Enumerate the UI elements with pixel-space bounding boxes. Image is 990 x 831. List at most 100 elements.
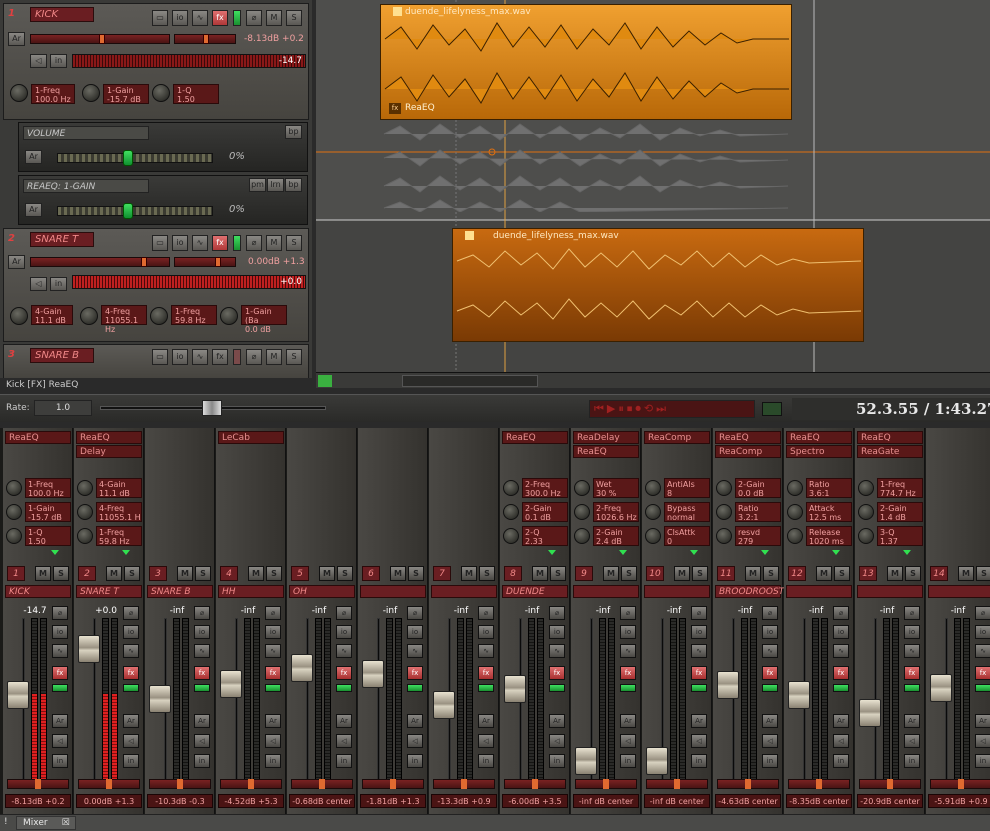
mute-button[interactable]: M [958, 566, 974, 581]
item-lock-icon[interactable] [393, 7, 402, 16]
automation-mode-button[interactable]: Ar [407, 714, 423, 728]
pan-slider[interactable] [504, 779, 566, 789]
io-button[interactable]: io [123, 625, 139, 639]
solo-button[interactable]: S [286, 10, 302, 26]
solo-button[interactable]: S [905, 566, 921, 581]
input-button[interactable]: in [691, 754, 707, 768]
param-knob[interactable] [787, 504, 803, 520]
pan-slider[interactable] [433, 779, 495, 789]
pan-thumb[interactable] [674, 779, 680, 789]
pan-thumb[interactable] [958, 779, 964, 789]
input-button[interactable]: in [50, 277, 67, 291]
io-button[interactable]: io [833, 625, 849, 639]
mute-button[interactable]: M [319, 566, 335, 581]
io-button[interactable]: io [265, 625, 281, 639]
speaker-icon[interactable]: ◁ [762, 734, 778, 748]
io-button[interactable]: io [762, 625, 778, 639]
automation-mode-button[interactable]: Ar [833, 714, 849, 728]
io-button[interactable]: io [336, 625, 352, 639]
param-knob[interactable] [645, 528, 661, 544]
phase-icon[interactable]: ⌀ [194, 606, 210, 620]
pan-slider[interactable] [717, 779, 779, 789]
solo-button[interactable]: S [834, 566, 850, 581]
pan-slider[interactable] [362, 779, 424, 789]
param-knob[interactable] [716, 528, 732, 544]
mixer-strip[interactable]: ReaDelay ReaEQ Wet 30 % 2-Freq 1026.6 Hz 2-Gai… [571, 428, 641, 814]
phase-icon[interactable]: ⌀ [762, 606, 778, 620]
fx-enable-toggle[interactable] [549, 684, 565, 692]
phase-icon[interactable]: ⌀ [904, 606, 920, 620]
envelope-lane-reaeq-gain[interactable]: REAEQ: 1-GAIN pm lrn bp Ar 0% [18, 175, 308, 225]
fx-button[interactable]: fx [194, 666, 210, 680]
input-button[interactable]: in [407, 754, 423, 768]
mute-button[interactable]: M [816, 566, 832, 581]
fx-button[interactable]: fx [478, 666, 494, 680]
fx-slot[interactable]: ReaEQ [502, 431, 568, 444]
phase-icon[interactable]: ⌀ [246, 10, 262, 26]
speaker-icon[interactable]: ◁ [265, 734, 281, 748]
input-button[interactable]: in [194, 754, 210, 768]
io-button[interactable]: io [407, 625, 423, 639]
fx-button[interactable]: fx [212, 10, 228, 26]
mixer-strip[interactable]: ReaEQ ReaComp 2-Gain 0.0 dB Ratio 3.2:1 resvd 2… [713, 428, 784, 814]
envelope-icon[interactable]: ∿ [904, 644, 920, 658]
speaker-icon[interactable]: ◁ [336, 734, 352, 748]
track-name[interactable]: KICK [30, 7, 94, 22]
pan-slider[interactable] [575, 779, 637, 789]
fx-enable-toggle[interactable] [762, 684, 778, 692]
folder-icon[interactable]: ▭ [152, 10, 168, 26]
track-1-panel[interactable]: 1 KICK ▭ io ∿ fx ⌀ M S Ar -8.13dB +0.2 ◁… [3, 3, 309, 120]
solo-button[interactable]: S [53, 566, 69, 581]
io-button[interactable]: io [975, 625, 990, 639]
mixer-strip[interactable]: ReaComp AntiAls 8 Bypass normal ClsAttk 0 10 M S -… [642, 428, 712, 814]
phase-icon[interactable]: ⌀ [620, 606, 636, 620]
envelope-icon[interactable]: ∿ [407, 644, 423, 658]
io-button[interactable]: io [194, 625, 210, 639]
automation-mode-button[interactable]: Ar [265, 714, 281, 728]
solo-button[interactable]: S [337, 566, 353, 581]
automation-mode-button[interactable]: Ar [194, 714, 210, 728]
fx-slot[interactable]: ReaEQ [786, 431, 852, 444]
mixer-strip[interactable]: 6 M S -inf ⌀ io ∿ fx Ar ◁ in -1.81dB +1.3 [358, 428, 428, 814]
mute-button[interactable]: M [390, 566, 406, 581]
mute-button[interactable]: M [532, 566, 548, 581]
fx-button[interactable]: fx [212, 235, 228, 251]
mixer-strip[interactable]: 14 M S -inf ⌀ io ∿ fx Ar ◁ in -5.91dB +0.9 [926, 428, 990, 814]
automation-mode-button[interactable]: Ar [123, 714, 139, 728]
fx-enable-toggle[interactable] [904, 684, 920, 692]
volume-fader[interactable] [930, 674, 952, 702]
rate-slider-thumb[interactable] [202, 400, 222, 416]
pan-thumb[interactable] [319, 779, 325, 789]
slider-thumb[interactable] [215, 257, 221, 267]
automation-mode-button[interactable]: Ar [25, 150, 42, 164]
fx-button[interactable]: fx [52, 666, 68, 680]
pm-button[interactable]: pm [249, 178, 266, 192]
channel-name[interactable]: SNARE T [76, 585, 142, 598]
phase-icon[interactable]: ⌀ [246, 349, 262, 365]
automation-mode-button[interactable]: Ar [25, 203, 42, 217]
input-button[interactable]: in [762, 754, 778, 768]
speaker-icon[interactable]: ◁ [123, 734, 139, 748]
param-knob[interactable] [82, 84, 100, 102]
mixer-strip[interactable]: ReaEQ 2-Freq 300.0 Hz 2-Gain 0.1 dB 2-Q 2.33 8 M… [500, 428, 570, 814]
speaker-icon[interactable]: ◁ [407, 734, 423, 748]
channel-name[interactable]: DUENDE [502, 585, 568, 598]
mute-button[interactable]: M [674, 566, 690, 581]
envelope-icon[interactable]: ∿ [620, 644, 636, 658]
folder-icon[interactable]: ▭ [152, 235, 168, 251]
io-button[interactable]: io [904, 625, 920, 639]
param-knob[interactable] [10, 307, 28, 325]
fx-slot[interactable]: ReaGate [857, 445, 923, 458]
pan-slider[interactable] [7, 779, 69, 789]
envelope-lane-volume[interactable]: VOLUME bp Ar 0% [18, 122, 308, 172]
expand-down-icon[interactable] [51, 550, 59, 555]
track-2-panel[interactable]: 2 SNARE T ▭ io ∿ fx ⌀ M S Ar 0.00dB +1.3… [3, 228, 309, 342]
fx-slot[interactable]: LeCab [218, 431, 284, 444]
fx-slot[interactable]: Delay [76, 445, 142, 458]
track-name[interactable]: SNARE B [30, 348, 94, 363]
param-knob[interactable] [220, 307, 238, 325]
input-button[interactable]: in [904, 754, 920, 768]
item-fx-button[interactable]: fx [389, 103, 401, 114]
param-knob[interactable] [6, 480, 22, 496]
param-knob[interactable] [150, 307, 168, 325]
